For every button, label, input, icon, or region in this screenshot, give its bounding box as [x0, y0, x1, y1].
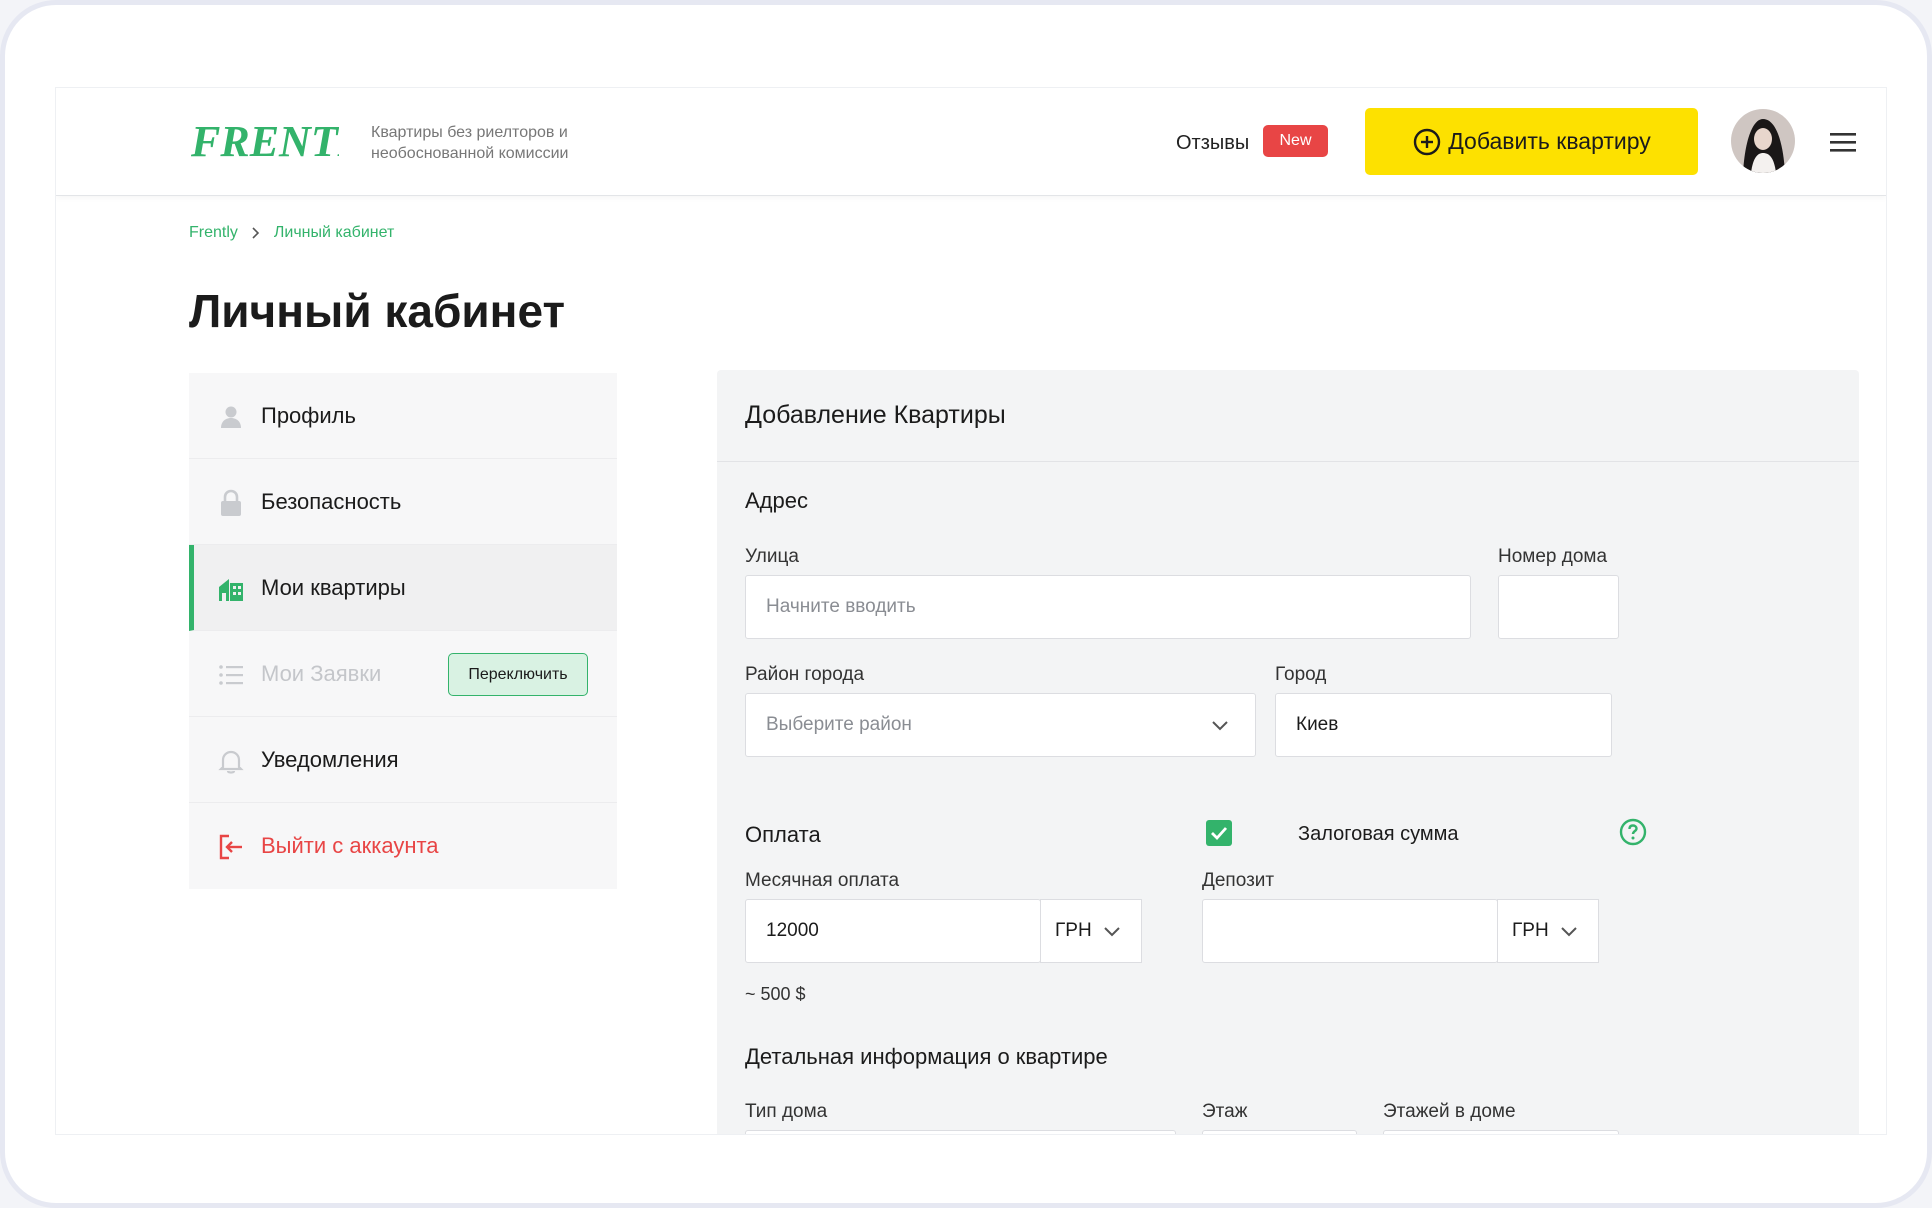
- new-badge: New: [1263, 125, 1328, 157]
- lock-icon: [221, 489, 241, 516]
- breadcrumb-home[interactable]: Frently: [189, 224, 238, 242]
- sidebar-item-profile[interactable]: Профиль: [189, 373, 617, 459]
- building-icon: [219, 579, 243, 601]
- deposit-checkbox-label: Залоговая сумма: [1298, 823, 1459, 845]
- district-placeholder: Выберите район: [766, 714, 912, 735]
- city-label: Город: [1275, 664, 1327, 685]
- page-title: Личный кабинет: [189, 285, 565, 337]
- sidebar-item-label: Безопасность: [261, 488, 402, 514]
- sidebar-item-label: Мои квартиры: [261, 574, 406, 600]
- logout-icon: [219, 834, 242, 860]
- device-frame: FRENTLY Квартиры без риелторов и необосн…: [0, 0, 1932, 1208]
- district-label: Район города: [745, 664, 865, 685]
- deposit-currency-select[interactable]: ГРН: [1497, 899, 1599, 963]
- bell-icon: [218, 750, 244, 774]
- payment-section-title: Оплата: [745, 822, 821, 847]
- house-number-label: Номер дома: [1498, 546, 1608, 567]
- deposit-currency-value: ГРН: [1512, 920, 1549, 941]
- details-section-title: Детальная информация о квартире: [745, 1044, 1108, 1069]
- sidebar-item-my-apartments[interactable]: Мои квартиры: [189, 545, 617, 631]
- sidebar-item-logout[interactable]: Выйти с аккаунта: [189, 803, 617, 889]
- monthly-currency-value: ГРН: [1055, 920, 1092, 941]
- monthly-currency-select[interactable]: ГРН: [1040, 899, 1142, 963]
- list-icon: [219, 665, 243, 685]
- reviews-link[interactable]: Отзывы: [1176, 132, 1249, 155]
- sidebar: Профиль Безопасность Мои квартиры Мои За…: [189, 373, 617, 889]
- plus-circle-icon: [1414, 128, 1441, 155]
- breadcrumb: Frently Личный кабинет: [189, 224, 394, 242]
- switch-button[interactable]: Переключить: [448, 653, 588, 696]
- sidebar-item-security[interactable]: Безопасность: [189, 459, 617, 545]
- user-icon: [221, 406, 241, 428]
- svg-text:FRENTLY: FRENTLY: [190, 117, 339, 166]
- help-icon[interactable]: [1619, 818, 1647, 846]
- city-input[interactable]: Киев: [1275, 693, 1612, 757]
- floors-total-input[interactable]: [1383, 1130, 1619, 1134]
- website: FRENTLY Квартиры без риелторов и необосн…: [55, 87, 1887, 1135]
- header: FRENTLY Квартиры без риелторов и необосн…: [56, 88, 1886, 196]
- sidebar-item-label: Профиль: [261, 402, 356, 428]
- check-icon: [1211, 827, 1228, 841]
- address-section-title: Адрес: [745, 488, 808, 513]
- street-label: Улица: [745, 546, 799, 567]
- form-title: Добавление Квартиры: [717, 370, 1859, 462]
- floors-total-label: Этажей в доме: [1383, 1101, 1516, 1122]
- sidebar-item-label: Мои Заявки: [261, 660, 382, 686]
- monthly-payment-label: Месячная оплата: [745, 870, 900, 891]
- chevron-down-icon: [1212, 721, 1228, 731]
- street-input[interactable]: Начните вводить: [745, 575, 1471, 639]
- monthly-payment-input[interactable]: 12000: [745, 899, 1041, 963]
- district-select[interactable]: Выберите район: [745, 693, 1256, 757]
- add-apartment-label: Добавить квартиру: [1448, 128, 1651, 154]
- add-apartment-button[interactable]: Добавить квартиру: [1365, 108, 1698, 175]
- deposit-label: Депозит: [1202, 870, 1275, 891]
- breadcrumb-current[interactable]: Личный кабинет: [274, 224, 394, 242]
- avatar[interactable]: [1731, 109, 1795, 173]
- floor-input[interactable]: [1202, 1130, 1357, 1134]
- floor-label: Этаж: [1202, 1101, 1248, 1122]
- sidebar-item-label: Уведомления: [261, 746, 399, 772]
- chevron-right-icon: [252, 227, 260, 239]
- sidebar-item-my-requests: Мои Заявки Переключить: [189, 631, 617, 717]
- deposit-input[interactable]: [1202, 899, 1498, 963]
- hamburger-menu-icon[interactable]: [1828, 131, 1858, 153]
- house-type-select[interactable]: [745, 1130, 1176, 1134]
- tagline: Квартиры без риелторов и необоснованной …: [371, 124, 569, 162]
- sidebar-item-notifications[interactable]: Уведомления: [189, 717, 617, 803]
- sidebar-item-label: Выйти с аккаунта: [261, 833, 439, 858]
- house-type-label: Тип дома: [745, 1101, 828, 1122]
- add-apartment-form: Добавление Квартиры Адрес Улица Начните …: [717, 370, 1859, 1134]
- frently-logo[interactable]: FRENTLY: [189, 110, 339, 172]
- chevron-down-icon: [1561, 927, 1577, 937]
- chevron-down-icon: [1104, 927, 1120, 937]
- house-number-input[interactable]: [1498, 575, 1619, 639]
- deposit-checkbox[interactable]: [1206, 820, 1232, 846]
- monthly-payment-hint: ~ 500 $: [745, 984, 806, 1004]
